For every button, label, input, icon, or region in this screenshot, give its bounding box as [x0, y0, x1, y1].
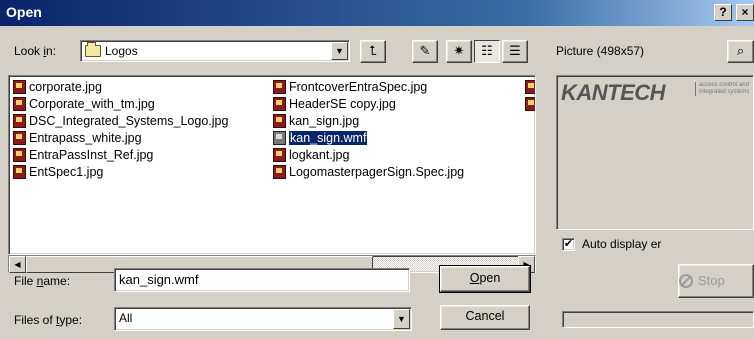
file-column-3-partial: [525, 79, 535, 113]
file-type-label: Files of type:: [14, 313, 83, 327]
jpg-file-icon: [525, 80, 535, 94]
arrow-left-icon: ◀: [14, 260, 21, 269]
stop-icon: [679, 274, 693, 288]
list-item[interactable]: FrontcoverEntraSpec.jpg: [273, 79, 466, 96]
list-item[interactable]: kan_sign.jpg: [273, 113, 466, 130]
file-name-label: File name:: [14, 274, 71, 288]
magnify-page-icon: ⌕: [736, 43, 745, 58]
scroll-left-button[interactable]: ◀: [9, 256, 26, 273]
wmf-file-icon: [273, 131, 286, 145]
file-type-dropdown[interactable]: All ▼: [114, 307, 412, 331]
up-one-level-button[interactable]: ⮤: [360, 40, 386, 63]
title-bar: Open ? ×: [0, 0, 754, 26]
list-item[interactable]: EntSpec1.jpg: [13, 164, 230, 181]
look-in-value: Logos: [105, 44, 138, 58]
file-column-1: corporate.jpg Corporate_with_tm.jpg DSC_…: [13, 79, 230, 181]
new-folder-icon: ✷: [453, 43, 465, 58]
list-item[interactable]: corporate.jpg: [13, 79, 230, 96]
desktop-icon: ✎: [419, 43, 431, 58]
help-button[interactable]: ?: [714, 4, 732, 21]
list-item-selected[interactable]: kan_sign.wmf: [273, 130, 466, 147]
jpg-file-icon: [13, 165, 26, 179]
auto-display-checkbox[interactable]: ✔: [562, 238, 575, 251]
list-view-icon: ☷: [481, 43, 493, 58]
jpg-file-icon: [273, 165, 286, 179]
jpg-file-icon: [273, 80, 286, 94]
stop-button[interactable]: Stop: [678, 264, 754, 298]
picture-info-label: Picture (498x57): [556, 44, 645, 58]
jpg-file-icon: [273, 97, 286, 111]
jpg-file-icon: [13, 80, 26, 94]
list-item[interactable]: [525, 96, 535, 113]
chevron-down-icon[interactable]: ▼: [331, 42, 348, 60]
kantech-logo: KANTECH: [561, 80, 666, 105]
jpg-file-icon: [13, 97, 26, 111]
file-column-2: FrontcoverEntraSpec.jpg HeaderSE copy.jp…: [273, 79, 466, 181]
window-title: Open: [6, 4, 42, 20]
progress-bar: [562, 311, 754, 328]
details-view-icon: ☰: [509, 43, 521, 58]
list-item[interactable]: [525, 79, 535, 96]
folder-icon: [85, 42, 101, 57]
list-item[interactable]: HeaderSE copy.jpg: [273, 96, 466, 113]
look-in-label: Look in:: [14, 44, 57, 58]
auto-display-label: Auto display er: [582, 237, 662, 251]
look-in-dropdown[interactable]: Logos ▼: [80, 40, 350, 62]
list-item[interactable]: LogomasterpagerSign.Spec.jpg: [273, 164, 466, 181]
cancel-button[interactable]: Cancel: [440, 305, 530, 330]
new-folder-button[interactable]: ✷: [446, 40, 472, 63]
picture-preview: KANTECH access control and integrated sy…: [556, 75, 754, 230]
file-type-value: All: [119, 311, 133, 325]
jpg-file-icon: [13, 131, 26, 145]
details-view-button[interactable]: ☰: [502, 40, 528, 63]
jpg-file-icon: [273, 148, 286, 162]
open-button[interactable]: Open: [439, 265, 531, 293]
list-item[interactable]: Corporate_with_tm.jpg: [13, 96, 230, 113]
jpg-file-icon: [13, 148, 26, 162]
up-folder-icon: ⮤: [369, 43, 377, 58]
preview-button[interactable]: ⌕: [727, 40, 754, 63]
jpg-file-icon: [13, 114, 26, 128]
list-item[interactable]: EntraPassInst_Ref.jpg: [13, 147, 230, 164]
jpg-file-icon: [525, 97, 535, 111]
close-button[interactable]: ×: [736, 4, 754, 21]
chevron-down-icon[interactable]: ▼: [393, 309, 410, 329]
jpg-file-icon: [273, 114, 286, 128]
file-list[interactable]: corporate.jpg Corporate_with_tm.jpg DSC_…: [8, 75, 536, 255]
kantech-logo-tagline: access control and integrated systems: [695, 82, 754, 96]
desktop-button[interactable]: ✎: [412, 40, 438, 63]
list-item[interactable]: logkant.jpg: [273, 147, 466, 164]
file-name-input[interactable]: kan_sign.wmf: [114, 268, 410, 292]
list-item[interactable]: Entrapass_white.jpg: [13, 130, 230, 147]
list-view-button[interactable]: ☷: [474, 40, 500, 63]
list-item[interactable]: DSC_Integrated_Systems_Logo.jpg: [13, 113, 230, 130]
